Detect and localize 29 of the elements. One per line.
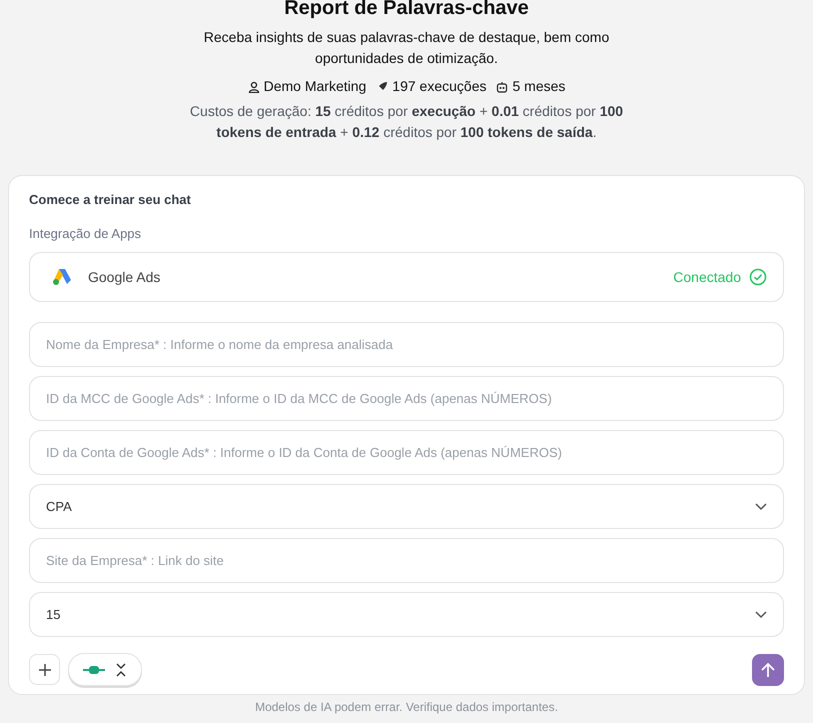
input-field[interactable]: Site da Empresa* : Link do site bbox=[29, 538, 784, 583]
disclaimer: Modelos de IA podem errar. Verifique dados importantes. bbox=[254, 699, 559, 716]
meta-text: Demo Marketing bbox=[264, 77, 366, 96]
input-field[interactable]: Nome da Empresa* : Informe o nome da empresa analisada bbox=[29, 322, 784, 367]
plus-icon bbox=[38, 662, 52, 676]
input-field[interactable]: ID da Conta de Google Ads* : Informe o ID da Conta de Google Ads (apenas NÚMEROS) bbox=[29, 430, 784, 475]
send-button[interactable] bbox=[752, 654, 784, 686]
add-button[interactable] bbox=[29, 654, 60, 685]
person-icon bbox=[248, 80, 260, 92]
google-ads-logo-icon bbox=[52, 268, 72, 286]
description: Receba insights de suas palavras-chave de destaque, bem como oportunidades de otimização. bbox=[202, 28, 610, 68]
input-field[interactable]: ID da MCC de Google Ads* : Informe o ID da MCC de Google Ads (apenas NÚMEROS) bbox=[29, 376, 784, 421]
integration-card[interactable]: Google Ads Conectado bbox=[29, 252, 784, 302]
connection-status: Conectado bbox=[673, 268, 741, 286]
arrow-up-icon bbox=[761, 662, 775, 678]
select-field[interactable]: CPA bbox=[29, 484, 784, 529]
plug-icon bbox=[83, 664, 105, 674]
select-field[interactable]: 15 bbox=[29, 592, 784, 637]
chevron-down-icon bbox=[755, 502, 767, 510]
section-label: Integração de Apps bbox=[29, 224, 142, 243]
chat-heading: Comece a treinar seu chat bbox=[29, 191, 192, 209]
chevron-down-icon bbox=[755, 610, 767, 618]
collapse-icon bbox=[115, 662, 127, 676]
robot-icon bbox=[496, 80, 508, 92]
meta-text: 197 execuções bbox=[392, 77, 486, 96]
meta-text: 5 meses bbox=[512, 77, 566, 96]
tools-toggle-button[interactable] bbox=[68, 653, 142, 686]
cost-info: Custos de geração: 15 créditos por execução + 0.01 créditos por 100 tokens de entrada + 0.12 créditos por 100 tokens de saída. bbox=[188, 102, 624, 142]
integration-name: Google Ads bbox=[88, 268, 160, 287]
